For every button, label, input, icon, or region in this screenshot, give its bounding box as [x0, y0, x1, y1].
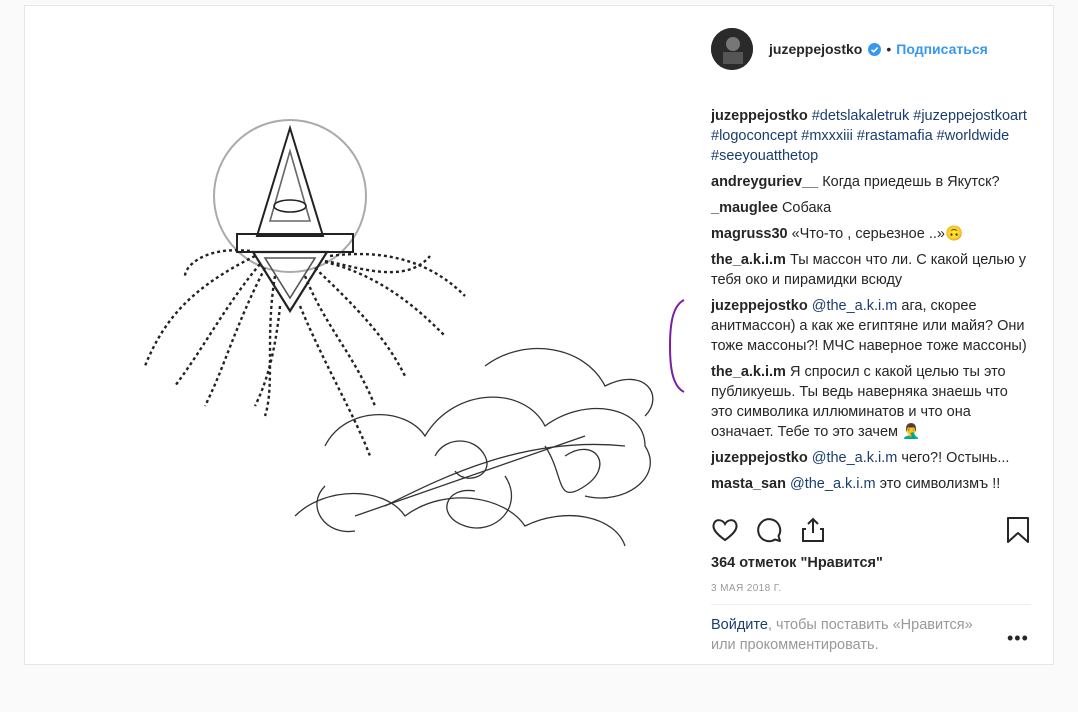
comment-text: Когда приедешь в Якутск?	[822, 174, 1000, 190]
comment-item: masta_san @the_a.k.i.m это символизмъ !!	[711, 474, 1029, 494]
username[interactable]: juzeppejostko	[769, 41, 862, 57]
instagram-post: juzeppejostko • Подписаться juzeppejostk…	[24, 5, 1054, 665]
comment-text: «Что-то , серьезное ..»🙃	[791, 226, 964, 242]
comment-item: the_a.k.i.m Я спросил с какой целью ты э…	[711, 362, 1029, 442]
share-icon[interactable]	[799, 516, 827, 544]
comment-username[interactable]: the_a.k.i.m	[711, 252, 786, 268]
comment-mention[interactable]: @the_a.k.i.m	[812, 298, 898, 314]
avatar[interactable]	[711, 28, 753, 70]
comment-item: andreyguriev__ Когда приедешь в Якутск?	[711, 172, 1029, 192]
login-prompt: Войдите, чтобы поставить «Нравится» или …	[711, 615, 1001, 655]
login-link[interactable]: Войдите	[711, 617, 768, 633]
post-date[interactable]: 3 МАЯ 2018 Г.	[711, 583, 782, 594]
post-header: juzeppejostko • Подписаться	[711, 26, 1031, 72]
comment-username[interactable]: juzeppejostko	[711, 108, 808, 124]
post-actions	[711, 516, 1031, 550]
comment-username[interactable]: juzeppejostko	[711, 450, 808, 466]
comment-username[interactable]: juzeppejostko	[711, 298, 808, 314]
verified-badge-icon	[868, 42, 882, 56]
comment-username[interactable]: masta_san	[711, 476, 786, 492]
comment-username[interactable]: magruss30	[711, 226, 788, 242]
comment-item: juzeppejostko #detslakaletruk #juzeppejo…	[711, 106, 1029, 166]
comment-username[interactable]: _mauglee	[711, 200, 778, 216]
post-sidebar: juzeppejostko • Подписаться juzeppejostk…	[711, 6, 1031, 664]
comment-text: это символизмъ !!	[879, 476, 1001, 492]
comment-item: the_a.k.i.m Ты массон что ли. С какой це…	[711, 250, 1029, 290]
follow-button[interactable]: Подписаться	[896, 41, 988, 57]
comment-username[interactable]: andreyguriev__	[711, 174, 818, 190]
comment-username[interactable]: the_a.k.i.m	[711, 364, 786, 380]
annotation-bracket	[668, 299, 685, 393]
octopus-pyramid-drawing	[143, 119, 654, 547]
divider	[711, 604, 1031, 605]
likes-count[interactable]: 364 отметок "Нравится"	[711, 555, 883, 571]
comment-item: magruss30 «Что-то , серьезное ..»🙃	[711, 224, 1029, 244]
comment-text: чего?! Остынь...	[901, 450, 1010, 466]
comments-list[interactable]: juzeppejostko #detslakaletruk #juzeppejo…	[711, 106, 1029, 508]
comment-mention[interactable]: @the_a.k.i.m	[790, 476, 876, 492]
comment-icon[interactable]	[755, 516, 783, 544]
separator-dot: •	[886, 41, 892, 57]
comment-text: Собака	[781, 200, 832, 216]
comment-item: _mauglee Собака	[711, 198, 1029, 218]
comment-item: juzeppejostko @the_a.k.i.m ага, скорее а…	[711, 296, 1029, 356]
post-image[interactable]	[25, 6, 691, 664]
bookmark-icon[interactable]	[1005, 516, 1031, 544]
avatar-image	[711, 28, 753, 70]
more-options-icon[interactable]: •••	[1007, 628, 1029, 649]
comment-mention[interactable]: @the_a.k.i.m	[812, 450, 898, 466]
comment-item: juzeppejostko @the_a.k.i.m чего?! Остынь…	[711, 448, 1029, 468]
heart-icon[interactable]	[711, 516, 739, 544]
